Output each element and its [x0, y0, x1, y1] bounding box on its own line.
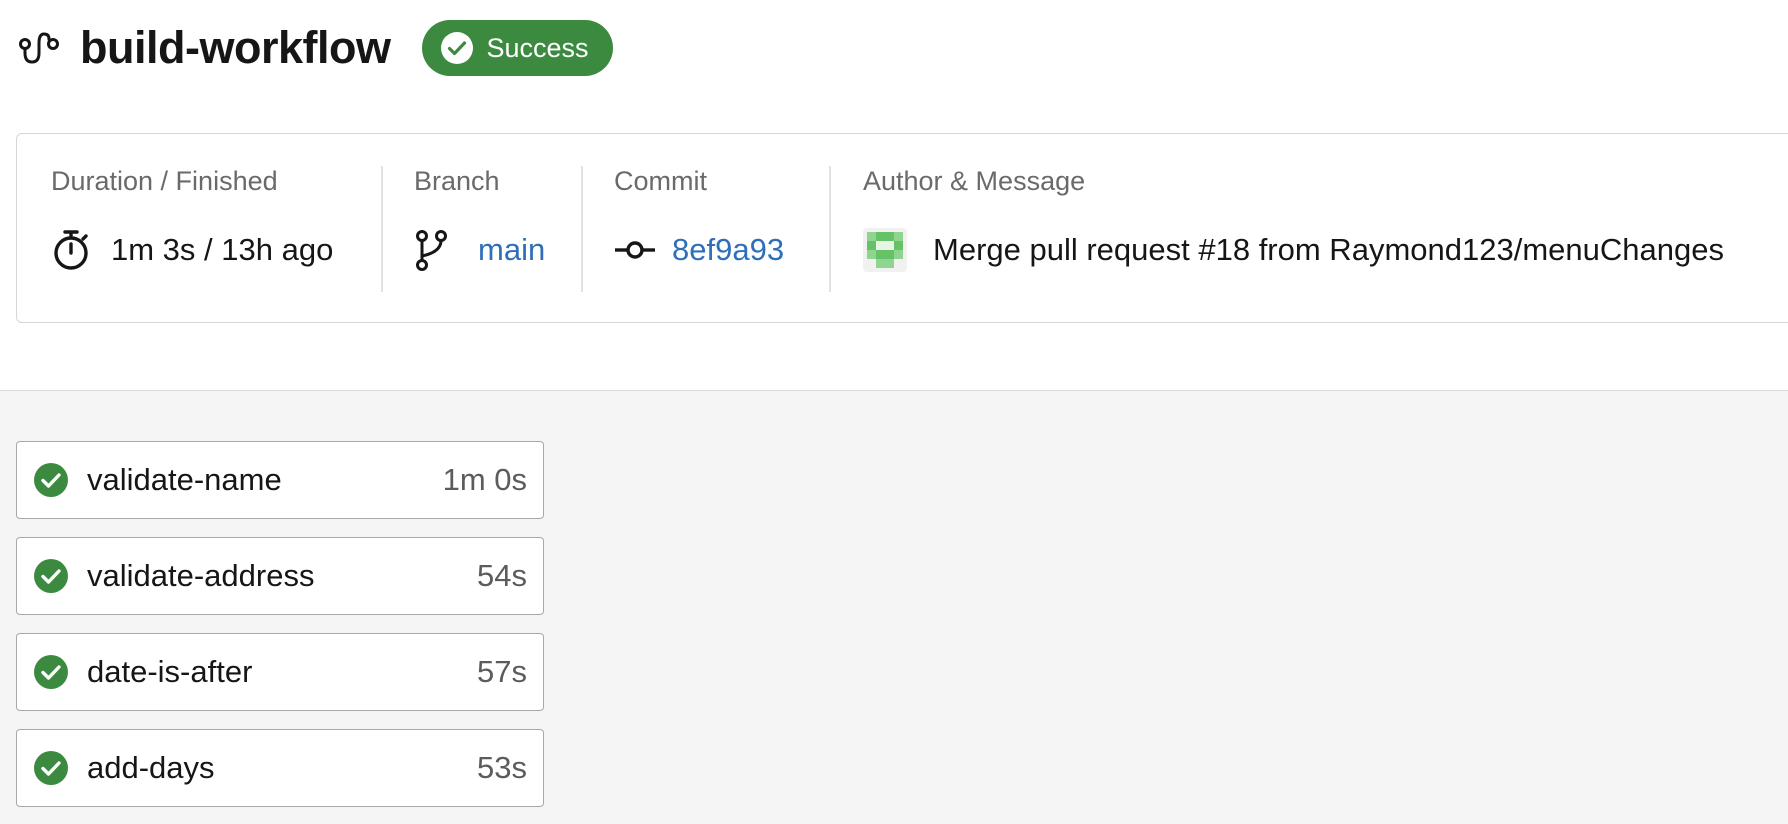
- check-circle-icon: [34, 559, 68, 593]
- branch-value-row: main: [414, 227, 545, 273]
- workflow-header: build-workflow Success Duration / Finish…: [0, 0, 1788, 390]
- timer-icon: [51, 228, 91, 272]
- jobs-panel: validate-name 1m 0s validate-address 54s…: [0, 390, 1788, 824]
- branch-icon: [414, 228, 448, 272]
- job-card[interactable]: add-days 53s: [16, 729, 544, 807]
- job-name: validate-name: [87, 462, 282, 497]
- title-row: build-workflow Success: [18, 20, 613, 76]
- branch-link[interactable]: main: [478, 232, 545, 268]
- check-circle-icon: [34, 655, 68, 689]
- duration-column: Duration / Finished 1m 3s / 13h ago: [51, 166, 333, 294]
- commit-column: Commit 8ef9a93: [614, 166, 784, 294]
- branch-label: Branch: [414, 166, 500, 196]
- author-column: Author & Message Merge pull request #18 …: [863, 166, 1724, 294]
- duration-value: 1m 3s / 13h ago: [111, 232, 334, 267]
- workflow-icon: [18, 27, 60, 69]
- run-summary-card: Duration / Finished 1m 3s / 13h ago Bran…: [16, 133, 1788, 323]
- job-card[interactable]: validate-name 1m 0s: [16, 441, 544, 519]
- job-duration: 57s: [477, 654, 527, 689]
- job-duration: 53s: [477, 750, 527, 785]
- column-divider: [829, 166, 831, 292]
- avatar[interactable]: [863, 228, 907, 272]
- author-value-row: Merge pull request #18 from Raymond123/m…: [863, 227, 1724, 273]
- status-badge: Success: [422, 20, 613, 76]
- commit-value-row: 8ef9a93: [614, 227, 784, 273]
- check-circle-icon: [34, 463, 68, 497]
- job-card[interactable]: validate-address 54s: [16, 537, 544, 615]
- author-label: Author & Message: [863, 166, 1086, 196]
- job-name: validate-address: [87, 558, 315, 593]
- job-name: add-days: [87, 750, 215, 785]
- job-name: date-is-after: [87, 654, 253, 689]
- commit-label: Commit: [614, 166, 707, 196]
- job-duration: 54s: [477, 558, 527, 593]
- check-circle-icon: [34, 751, 68, 785]
- check-circle-icon: [441, 32, 474, 64]
- commit-message: Merge pull request #18 from Raymond123/m…: [933, 232, 1724, 267]
- commit-link[interactable]: 8ef9a93: [672, 232, 784, 268]
- job-duration: 1m 0s: [442, 462, 527, 497]
- commit-icon: [614, 228, 656, 272]
- status-label: Success: [486, 32, 589, 63]
- duration-label: Duration / Finished: [51, 166, 278, 196]
- column-divider: [381, 166, 383, 292]
- duration-value-row: 1m 3s / 13h ago: [51, 227, 333, 273]
- page-title: build-workflow: [80, 22, 391, 73]
- branch-column: Branch main: [414, 166, 545, 294]
- column-divider: [581, 166, 583, 292]
- job-card[interactable]: date-is-after 57s: [16, 633, 544, 711]
